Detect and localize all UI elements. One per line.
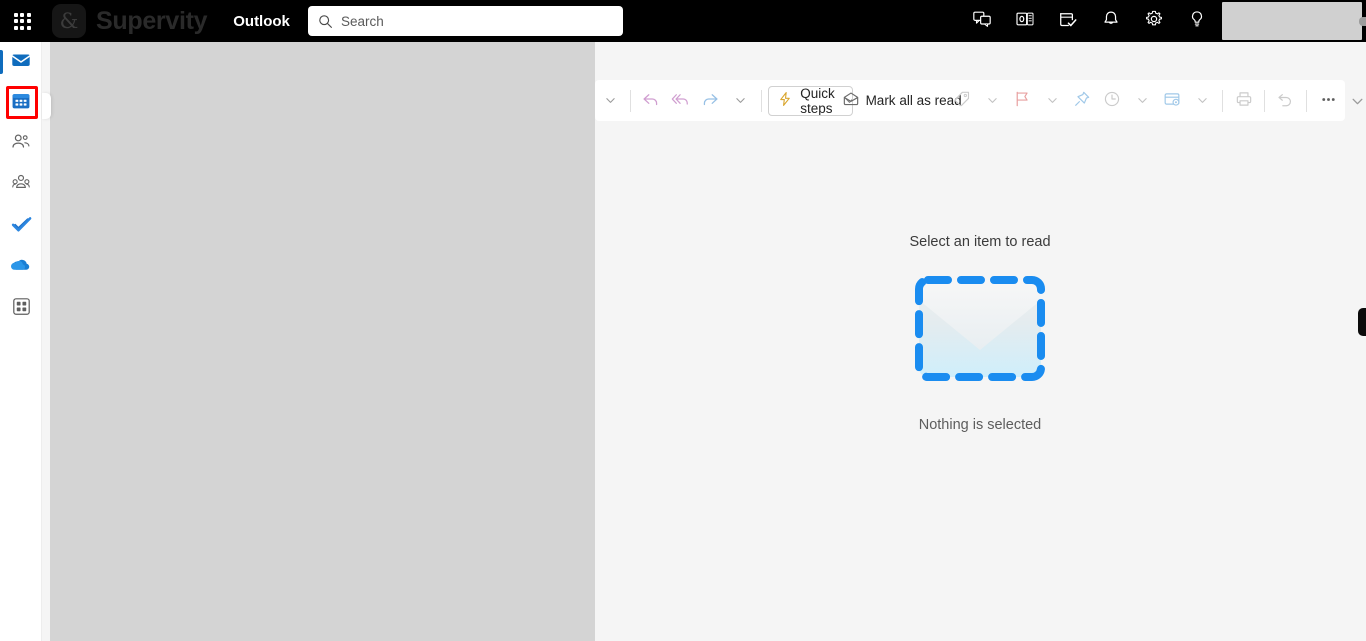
forward-button[interactable] xyxy=(696,85,726,117)
toolbar-separator-1 xyxy=(630,89,631,112)
toolbar-separator-5 xyxy=(1305,89,1307,112)
sidebar-item-to-do[interactable] xyxy=(0,206,42,247)
account-info-skeleton[interactable] xyxy=(1222,2,1362,40)
more-commands-button[interactable] xyxy=(1311,85,1345,117)
categorize-caret[interactable] xyxy=(977,85,1007,117)
sidebar-item-onedrive[interactable] xyxy=(0,247,42,288)
reply-all-icon xyxy=(671,90,690,112)
brand[interactable]: & Supervity xyxy=(52,0,208,42)
mark-all-as-read-button[interactable]: Mark all as read xyxy=(843,85,962,117)
rail-flyout-tab[interactable] xyxy=(42,93,51,119)
to-do-icon xyxy=(1058,9,1078,34)
sidebar-item-more-apps[interactable] xyxy=(0,288,42,329)
teams-chat-button[interactable] xyxy=(960,0,1003,42)
flag-button[interactable] xyxy=(1007,85,1037,117)
mail-envelope-icon xyxy=(10,49,32,76)
ellipsis-icon xyxy=(1319,90,1338,112)
to-do-check-icon xyxy=(10,213,33,241)
people-icon xyxy=(10,131,32,158)
forward-caret[interactable] xyxy=(726,85,756,117)
reply-all-button[interactable] xyxy=(666,85,696,117)
toolbar-leading-caret[interactable] xyxy=(595,85,625,117)
right-panel-handle[interactable] xyxy=(1358,308,1366,336)
app-rail xyxy=(0,42,42,641)
groups-icon xyxy=(10,172,32,199)
settings-button[interactable] xyxy=(1132,0,1175,42)
rules-caret[interactable] xyxy=(1187,85,1217,117)
top-app-bar: & Supervity Outlook xyxy=(0,0,1366,42)
onedrive-cloud-icon xyxy=(9,253,33,282)
to-do-button[interactable] xyxy=(1046,0,1089,42)
mail-command-toolbar: Quick steps Mark all as read xyxy=(595,80,1345,121)
flag-icon xyxy=(1013,90,1031,111)
undo-button[interactable] xyxy=(1270,85,1301,117)
top-bar-actions xyxy=(960,0,1366,42)
app-launcher-button[interactable] xyxy=(0,0,44,42)
rules-icon xyxy=(1163,90,1181,111)
outlook-calendar-icon xyxy=(1015,9,1035,34)
outlook-calendar-button[interactable] xyxy=(1003,0,1046,42)
mail-workspace: Quick steps Mark all as read Select an i… xyxy=(42,42,1366,641)
tips-lightbulb-icon xyxy=(1187,9,1207,34)
print-button[interactable] xyxy=(1228,85,1259,117)
dashed-envelope-icon xyxy=(915,276,1045,381)
account-edge-indicator xyxy=(1359,17,1366,26)
quick-steps-main[interactable]: Quick steps xyxy=(769,85,844,116)
supervity-logo-glyph: & xyxy=(59,8,79,33)
search-icon xyxy=(318,14,333,29)
reading-pane-subtitle: Nothing is selected xyxy=(918,417,1042,433)
lightning-bolt-icon xyxy=(777,91,793,110)
more-apps-grid-icon xyxy=(11,296,32,322)
pin-button[interactable] xyxy=(1067,85,1097,117)
reading-pane-empty-state: Select an item to read Nothing is select… xyxy=(600,130,1360,610)
sidebar-item-groups[interactable] xyxy=(0,165,42,206)
snooze-caret[interactable] xyxy=(1127,85,1157,117)
forward-icon xyxy=(701,90,720,112)
reply-icon xyxy=(641,90,660,112)
supervity-logo-icon: & xyxy=(52,4,86,38)
app-title-outlook[interactable]: Outlook xyxy=(233,13,290,30)
quick-steps-label: Quick steps xyxy=(800,85,835,116)
waffle-grid-icon xyxy=(13,12,31,30)
undo-icon xyxy=(1276,90,1294,111)
sidebar-item-people[interactable] xyxy=(0,124,42,165)
sidebar-item-mail[interactable] xyxy=(0,42,42,83)
pin-icon xyxy=(1073,90,1091,111)
notifications-button[interactable] xyxy=(1089,0,1132,42)
brand-name: Supervity xyxy=(96,6,208,35)
search-box[interactable] xyxy=(308,6,623,36)
toolbar-separator-4 xyxy=(1264,89,1265,112)
settings-gear-icon xyxy=(1144,9,1164,34)
printer-icon xyxy=(1235,90,1253,111)
snooze-button[interactable] xyxy=(1097,85,1127,117)
toolbar-separator-3 xyxy=(1222,89,1224,112)
calendar-icon xyxy=(10,90,32,117)
open-envelope-icon xyxy=(842,90,860,111)
toolbar-separator-2 xyxy=(760,89,762,112)
categorize-button[interactable] xyxy=(947,85,977,117)
tag-icon xyxy=(953,90,971,111)
tips-button[interactable] xyxy=(1175,0,1218,42)
rules-button[interactable] xyxy=(1157,85,1187,117)
message-list-loading-skeleton xyxy=(50,42,595,641)
outlook-web-app: & Supervity Outlook Search Quick steps M… xyxy=(0,0,1366,641)
flag-caret[interactable] xyxy=(1037,85,1067,117)
reading-pane-title: Select an item to read xyxy=(909,234,1051,250)
reply-button[interactable] xyxy=(636,85,666,117)
notifications-bell-icon xyxy=(1101,9,1121,34)
toolbar-overflow-caret[interactable] xyxy=(1348,92,1366,110)
search-input[interactable] xyxy=(341,13,613,29)
teams-chat-icon xyxy=(972,9,992,34)
clock-icon xyxy=(1103,90,1121,111)
quick-steps-button[interactable]: Quick steps xyxy=(768,85,853,116)
sidebar-item-calendar[interactable] xyxy=(0,83,42,124)
